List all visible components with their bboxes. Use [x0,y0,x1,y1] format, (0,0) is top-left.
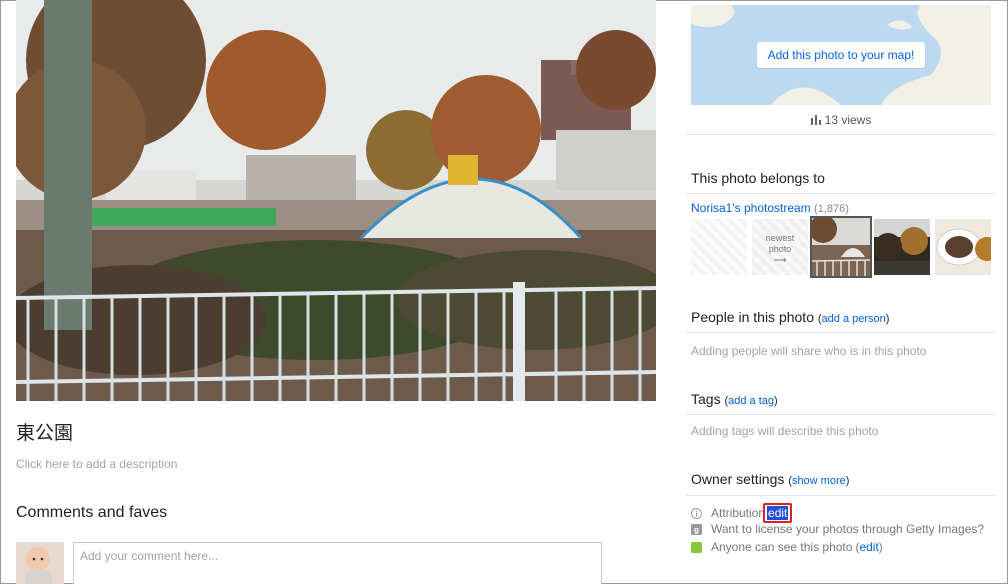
thumb-next-2[interactable] [935,219,991,275]
paren-close: ) [845,475,850,487]
people-heading-text: People in this photo [691,309,814,325]
thumb-placeholder [691,219,747,275]
getty-icon: g [691,523,702,535]
add-to-map-button[interactable]: Add this photo to your map! [757,42,925,68]
photostream-count: (1,876) [814,203,849,215]
view-count: 13 views [691,113,991,127]
comment-input[interactable] [73,542,602,584]
attribution-label: Attribution [711,506,766,520]
paren-close: ) [878,540,883,554]
svg-text:g: g [694,525,699,534]
views-text: 13 views [824,113,872,127]
attribution-edit-link[interactable]: edit [767,506,789,520]
people-hint: Adding people will share who is in this … [691,344,927,358]
thumb-current[interactable] [810,216,872,278]
owner-heading: Owner settings (show more) [691,471,849,487]
attribution-row: Attribution edit [691,503,793,523]
people-heading: People in this photo (add a person) [691,309,889,325]
map-panel[interactable]: Add this photo to your map! [691,5,991,105]
description-placeholder[interactable]: Click here to add a description [16,457,177,471]
avatar [16,542,64,584]
getty-label[interactable]: Want to license your photos through Gett… [711,522,984,536]
privacy-row: Anyone can see this photo (edit) [691,540,883,554]
photo-title[interactable]: 東公園 [16,418,73,445]
newest-label: newest photo [765,233,795,254]
divider [686,134,996,135]
bar-chart-icon [810,114,821,125]
paren-close: ) [774,395,778,407]
tags-heading: Tags (add a tag) [691,391,778,407]
main-photo[interactable] [16,0,656,401]
photostream-link[interactable]: Norisa1's photostream (1,876) [691,201,849,215]
belongs-heading: This photo belongs to [691,170,825,186]
paren-close: ) [885,313,890,325]
add-tag-link[interactable]: add a tag [728,395,774,407]
divider [686,414,996,415]
divider [686,495,996,496]
info-icon [691,507,702,519]
divider [686,193,996,194]
privacy-label: Anyone can see this photo [711,540,853,554]
comments-heading: Comments and faves [16,504,168,521]
photostream-name[interactable]: Norisa1's photostream [691,201,811,215]
newest-photo-marker: newest photo ⟶ [752,219,808,275]
attribution-edit-highlight[interactable]: edit [763,503,793,523]
owner-heading-text: Owner settings [691,471,785,487]
tags-hint: Adding tags will describe this photo [691,424,879,438]
public-status-icon [691,541,702,553]
newest-arrow-icon: ⟶ [773,255,787,265]
privacy-edit-link[interactable]: edit [859,540,878,554]
thumb-next-1[interactable] [874,219,930,275]
divider [686,332,996,333]
getty-row: g Want to license your photos through Ge… [691,522,984,536]
tags-heading-text: Tags [691,391,721,407]
show-more-link[interactable]: show more [792,475,846,487]
add-person-link[interactable]: add a person [822,313,886,325]
